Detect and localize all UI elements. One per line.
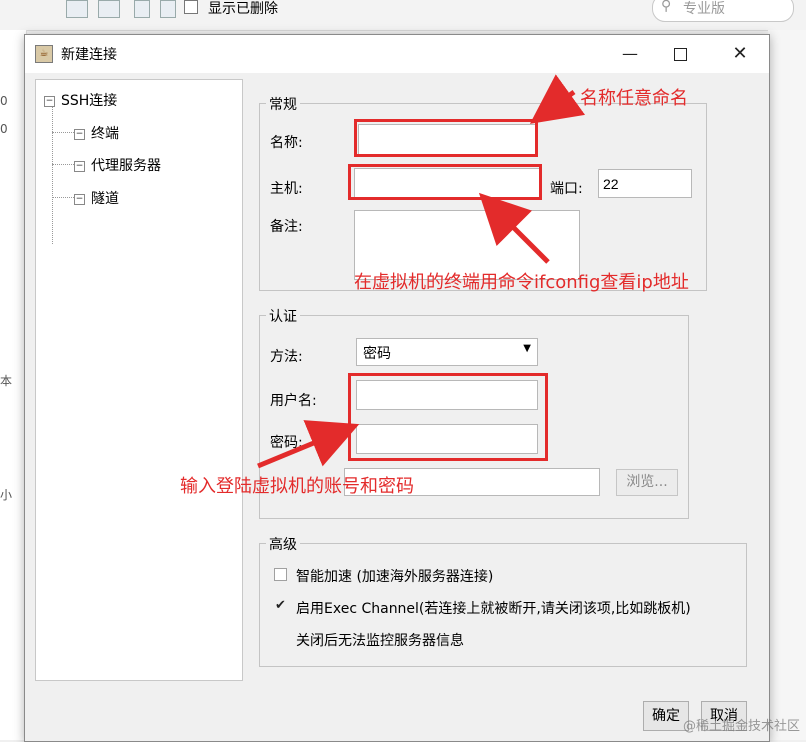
- exec-channel-note: 关闭后无法监控服务器信息: [296, 633, 464, 649]
- java-icon: ☕: [35, 45, 53, 63]
- new-folder-icon[interactable]: [98, 0, 120, 18]
- dropdown-arrow-icon: ▼: [523, 343, 531, 354]
- tree-item-terminal[interactable]: − 终端: [74, 123, 119, 143]
- username-label: 用户名:: [270, 393, 317, 409]
- exec-channel-label: 启用Exec Channel(若连接上就被断开,请关闭该项,比如跳板机): [296, 601, 691, 617]
- annotation-host-hint: 在虚拟机的终端用命令ifconfig查看ip地址: [354, 272, 689, 293]
- tree-item-label: 隧道: [91, 191, 119, 207]
- highlight-credentials-box: [348, 373, 548, 461]
- minimize-icon: —: [622, 44, 638, 63]
- background-right-panel: [768, 30, 806, 740]
- highlight-name-box: [354, 119, 538, 157]
- bg-row: 本: [0, 374, 13, 388]
- browse-button[interactable]: 浏览...: [616, 469, 678, 496]
- show-deleted-label: 显示已删除: [208, 1, 278, 17]
- search-box[interactable]: ⚲ 专业版: [652, 0, 794, 22]
- tree-connector: [52, 197, 74, 198]
- password-label: 密码:: [270, 435, 303, 451]
- tree-item-proxy[interactable]: − 代理服务器: [74, 155, 161, 175]
- show-deleted-checkbox[interactable]: [184, 0, 198, 14]
- highlight-host-box: [348, 164, 542, 200]
- name-label: 名称:: [270, 135, 303, 151]
- port-label: 端口:: [550, 181, 583, 197]
- search-icon: ⚲: [661, 0, 672, 14]
- tree-item-label: SSH连接: [61, 93, 118, 109]
- bg-row: 0: [0, 94, 8, 108]
- port-input[interactable]: [598, 169, 692, 198]
- close-button[interactable]: ✕: [717, 39, 763, 69]
- dialog-titlebar: ☕ 新建连接 — ✕: [25, 35, 769, 73]
- dialog-title: 新建连接: [61, 47, 117, 63]
- method-select-value: 密码: [363, 346, 391, 362]
- background-toolbar: 显示已删除 ⚲ 专业版: [0, 0, 806, 31]
- smart-accel-label: 智能加速 (加速海外服务器连接): [296, 569, 494, 585]
- host-label: 主机:: [270, 181, 303, 197]
- tree-connector: [52, 102, 53, 244]
- background-sidebar: 0 0 本 小: [0, 30, 27, 740]
- search-placeholder: 专业版: [683, 1, 725, 17]
- tree-connector: [52, 132, 74, 133]
- annotation-name-hint: 名称任意命名: [580, 88, 688, 109]
- tree-item-ssh[interactable]: − SSH连接: [44, 90, 117, 110]
- settings-tree: − SSH连接 − 终端 − 代理服务器 − 隧道: [35, 79, 243, 681]
- watermark: @稀土掘金技术社区: [682, 719, 800, 734]
- collapse-toggle-icon[interactable]: −: [74, 193, 85, 205]
- tree-connector: [52, 164, 74, 165]
- collapse-toggle-icon[interactable]: −: [74, 128, 85, 140]
- auth-legend: 认证: [266, 306, 300, 326]
- maximize-icon: [673, 48, 687, 61]
- annotation-credential-hint: 输入登陆虚拟机的账号和密码: [180, 476, 414, 497]
- method-select[interactable]: 密码 ▼: [356, 338, 538, 366]
- collapse-icon[interactable]: [134, 0, 150, 18]
- tree-item-label: 代理服务器: [91, 158, 161, 174]
- note-label: 备注:: [270, 219, 303, 235]
- expand-icon[interactable]: [160, 0, 176, 18]
- tree-item-tunnel[interactable]: − 隧道: [74, 188, 119, 208]
- general-legend: 常规: [266, 94, 300, 114]
- method-label: 方法:: [270, 349, 303, 365]
- exec-channel-checkbox[interactable]: ✔: [274, 599, 287, 613]
- tree-item-label: 终端: [91, 126, 119, 142]
- maximize-button[interactable]: [657, 39, 703, 69]
- bg-row: 0: [0, 122, 8, 136]
- advanced-group: 高级 智能加速 (加速海外服务器连接) ✔ 启用Exec Channel(若连接…: [259, 534, 747, 667]
- minimize-button[interactable]: —: [607, 39, 653, 69]
- smart-accel-checkbox[interactable]: [274, 568, 287, 581]
- collapse-toggle-icon[interactable]: −: [74, 160, 85, 172]
- advanced-legend: 高级: [266, 534, 300, 554]
- bg-row: 小: [0, 488, 13, 502]
- close-icon: ✕: [732, 43, 748, 64]
- collapse-toggle-icon[interactable]: −: [44, 95, 55, 107]
- new-file-icon[interactable]: [66, 0, 88, 18]
